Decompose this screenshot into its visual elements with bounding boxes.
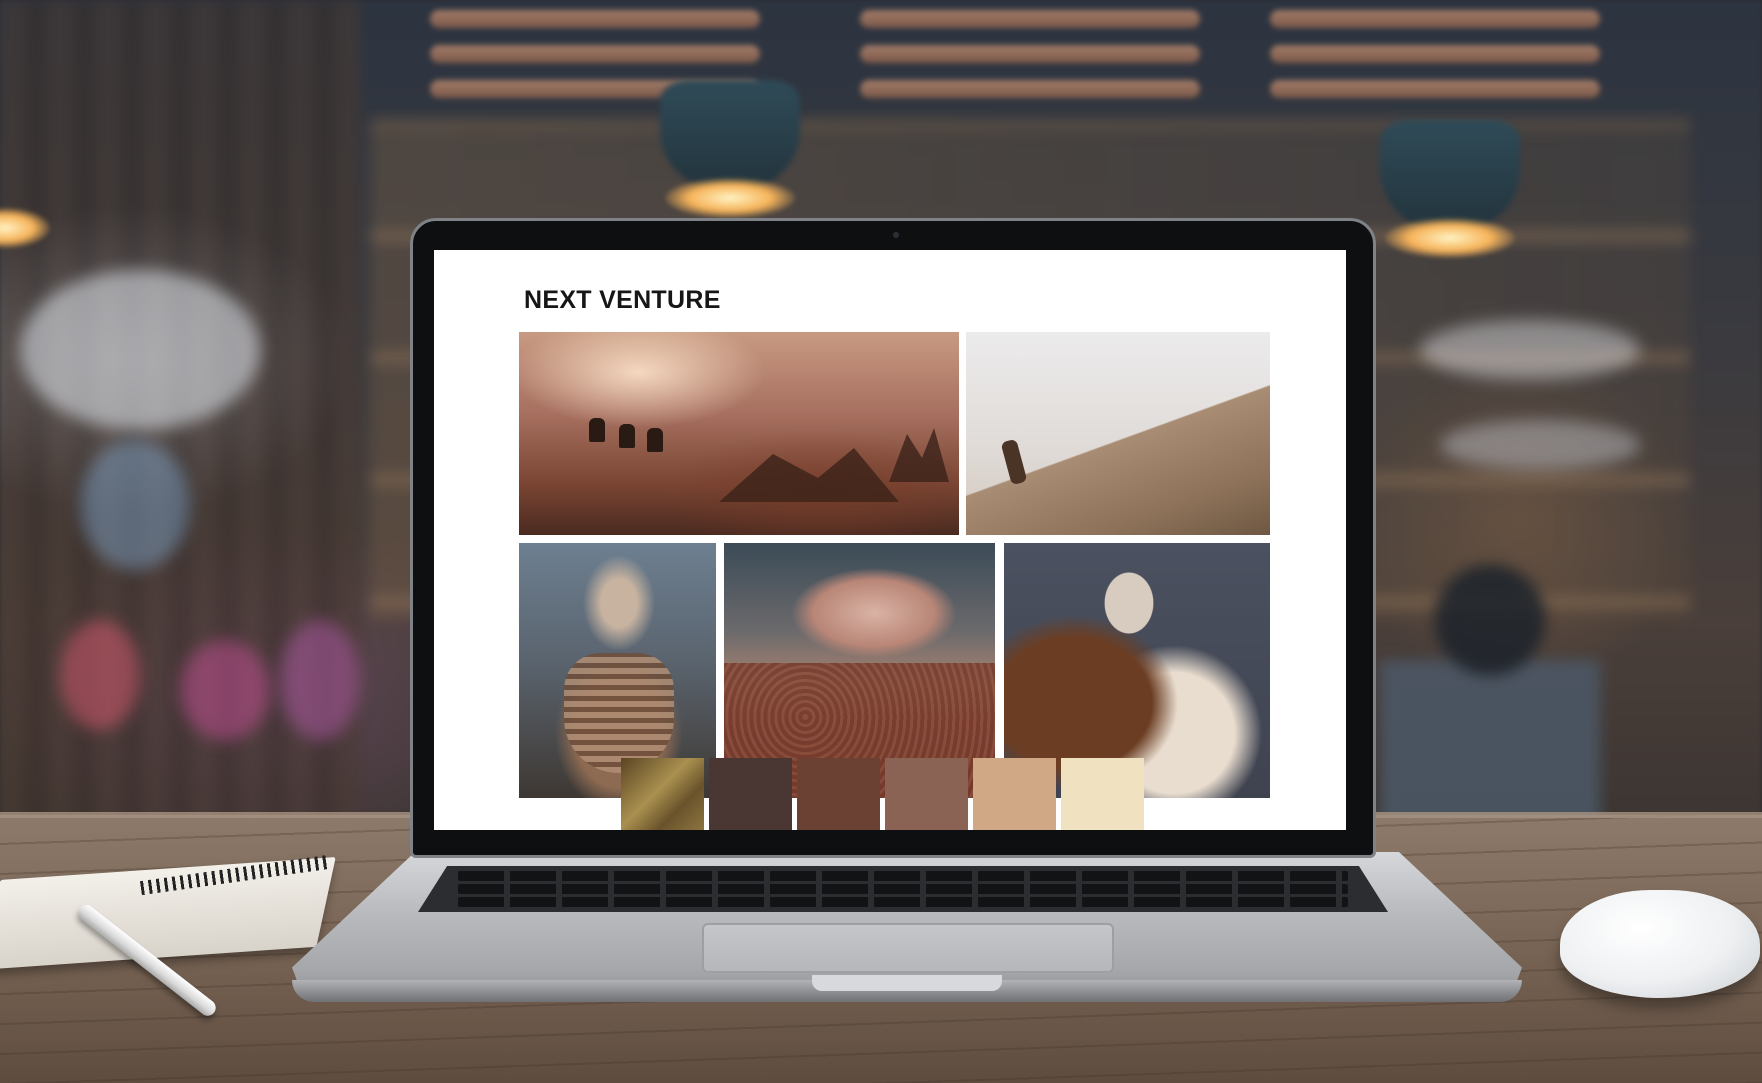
- flowers-bokeh: [20, 270, 260, 430]
- figure-silhouette: [889, 428, 949, 482]
- lamp-glow: [665, 178, 795, 218]
- key-row: [458, 896, 1348, 907]
- ceiling-slat: [860, 10, 1200, 28]
- color-swatch: [709, 758, 792, 830]
- ceiling-slat: [860, 80, 1200, 98]
- bokeh-light: [180, 640, 270, 740]
- rider-silhouette: [589, 418, 605, 442]
- cups-bokeh: [1420, 320, 1640, 380]
- ceiling-slat: [430, 10, 760, 28]
- sand-dune: [966, 332, 1270, 535]
- laptop-keyboard: [418, 866, 1388, 912]
- pendant-lamp: [660, 80, 800, 190]
- key-row: [458, 871, 1348, 882]
- camel-silhouette: [719, 448, 899, 502]
- bokeh-light: [60, 620, 140, 730]
- bokeh-light: [80, 440, 190, 570]
- bokeh-light: [280, 620, 360, 740]
- computer-mouse: [1560, 890, 1760, 998]
- color-swatch: [973, 758, 1056, 830]
- rider-silhouette: [647, 428, 663, 452]
- lid-notch: [812, 975, 1002, 991]
- webcam-icon: [893, 232, 899, 238]
- background-person: [1380, 560, 1600, 850]
- cafe-scene: NEXT VENTURE: [0, 0, 1762, 1083]
- color-swatch: [797, 758, 880, 830]
- key-row: [458, 883, 1348, 894]
- color-swatch: [885, 758, 968, 830]
- photo-riders-dust-storm: [519, 332, 959, 535]
- color-swatch: [621, 758, 704, 830]
- rider-silhouette: [619, 424, 635, 448]
- dress-detail: [564, 653, 674, 773]
- cups-bokeh: [1440, 420, 1640, 470]
- ceiling-slat: [860, 45, 1200, 63]
- color-swatch: [1061, 758, 1144, 830]
- lamp-glow: [1385, 218, 1515, 258]
- laptop-screen: NEXT VENTURE: [434, 250, 1346, 830]
- photo-runner-on-dune: [966, 332, 1270, 535]
- page-title: NEXT VENTURE: [524, 286, 721, 314]
- ceiling-slat: [1270, 45, 1600, 63]
- laptop-trackpad: [702, 923, 1114, 973]
- pendant-lamp: [1380, 120, 1520, 230]
- ceiling-slat: [430, 45, 760, 63]
- ceiling-slat: [1270, 80, 1600, 98]
- color-palette: [621, 758, 1144, 830]
- ceiling-slat: [1270, 10, 1600, 28]
